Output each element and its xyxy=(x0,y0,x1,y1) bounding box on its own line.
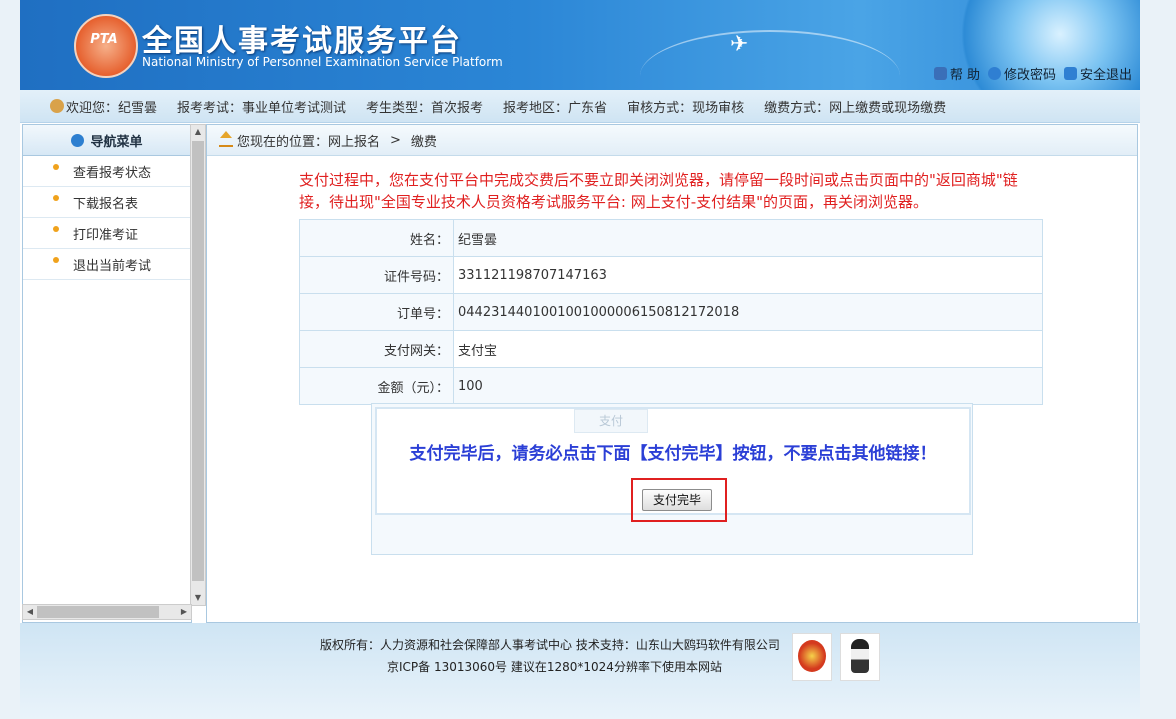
table-row: 金额（元）： 100 xyxy=(299,367,1043,405)
pay-button[interactable]: 支付 xyxy=(574,409,648,433)
sidebar-item-label: 打印准考证 xyxy=(73,227,139,243)
sidebar-item-exit-exam[interactable]: 退出当前考试 xyxy=(23,249,191,280)
help-label: 帮 助 xyxy=(949,68,980,83)
amount-value: 100 xyxy=(453,367,1043,405)
scroll-down-icon[interactable]: ▼ xyxy=(191,591,205,605)
site-subtitle: National Ministry of Personnel Examinati… xyxy=(142,55,503,69)
payment-box: 支付 支付完毕后，请务必点击下面【支付完毕】按钮，不要点击其他链接！ 支付完毕 xyxy=(371,403,973,555)
id-number-label: 证件号码： xyxy=(299,256,454,294)
highlight-box: 支付完毕 xyxy=(631,478,727,522)
copyright-text: 版权所有：人力资源和社会保障部人事考试中心 技术支持：山东山大鸥玛软件有限公司 xyxy=(320,638,780,652)
table-row: 订单号： 0442314401001001000006150812172018 xyxy=(299,293,1043,331)
id-number-value: 331121198707147163 xyxy=(453,256,1043,294)
nav-sidebar: 导航菜单 查看报考状态 下载报名表 打印准考证 退出当前考试 xyxy=(22,124,192,623)
candidate-type-text: 考生类型：首次报考 xyxy=(366,100,484,116)
breadcrumb-current: 缴费 xyxy=(410,134,437,150)
question-icon xyxy=(987,67,1001,80)
logout-label: 安全退出 xyxy=(1079,68,1132,83)
site-footer: 版权所有：人力资源和社会保障部人事考试中心 技术支持：山东山大鸥玛软件有限公司 … xyxy=(20,623,1140,719)
gateway-label: 支付网关： xyxy=(299,330,454,368)
top-nav: 帮 助 修改密码 安全退出 xyxy=(933,64,1132,83)
order-number-label: 订单号： xyxy=(299,293,454,331)
order-number-value: 0442314401001001000006150812172018 xyxy=(453,293,1043,331)
help-link[interactable]: 帮 助 xyxy=(933,64,980,83)
bullet-icon xyxy=(53,257,59,263)
police-badge-icon[interactable] xyxy=(840,633,880,681)
payment-inner-panel: 支付 支付完毕后，请务必点击下面【支付完毕】按钮，不要点击其他链接！ 支付完毕 xyxy=(375,407,971,522)
icp-text: 京ICP备 13013060号 建议在1280*1024分辨率下使用本网站 xyxy=(387,660,722,674)
welcome-text: 欢迎您：纪雪曇 xyxy=(66,100,158,116)
review-method-text: 审核方式：现场审核 xyxy=(627,100,745,116)
logout-link[interactable]: 安全退出 xyxy=(1063,64,1132,83)
menu-icon xyxy=(71,133,85,147)
logo-text: PTA xyxy=(90,32,118,47)
sidebar-item-print-ticket[interactable]: 打印准考证 xyxy=(23,218,191,249)
bullet-icon xyxy=(53,195,59,201)
scroll-thumb[interactable] xyxy=(37,606,159,618)
breadcrumb-separator: > xyxy=(390,132,401,148)
sidebar-item-label: 退出当前考试 xyxy=(73,258,152,274)
user-icon xyxy=(50,99,64,113)
home-icon xyxy=(219,131,233,147)
amount-label: 金额（元）： xyxy=(299,367,454,405)
scroll-up-icon[interactable]: ▲ xyxy=(191,125,205,139)
user-info-bar: 欢迎您：纪雪曇 报考考试：事业单位考试测试 考生类型：首次报考 报考地区：广东省… xyxy=(20,90,1140,123)
table-row: 证件号码： 331121198707147163 xyxy=(299,256,1043,294)
sidebar-title: 导航菜单 xyxy=(90,134,143,150)
sidebar-item-status[interactable]: 查看报考状态 xyxy=(23,156,191,187)
table-row: 支付网关： 支付宝 xyxy=(299,330,1043,368)
bullet-icon xyxy=(53,164,59,170)
sidebar-horizontal-scrollbar[interactable]: ◀ ▶ xyxy=(22,604,192,620)
decor-swoosh xyxy=(640,30,900,90)
main-panel: 您现在的位置：网上报名 > 缴费 支付过程中，您在支付平台中完成交费后不要立即关… xyxy=(206,124,1138,623)
region-text: 报考地区：广东省 xyxy=(503,100,608,116)
name-value: 纪雪曇 xyxy=(453,219,1043,257)
site-header: PTA 全国人事考试服务平台 National Ministry of Pers… xyxy=(20,0,1140,90)
payment-method-text: 缴费方式：网上缴费或现场缴费 xyxy=(764,100,947,116)
order-table: 姓名： 纪雪曇 证件号码： 331121198707147163 订单号： 04… xyxy=(299,219,1043,405)
logout-icon xyxy=(1063,67,1077,80)
scroll-left-icon[interactable]: ◀ xyxy=(23,605,37,619)
sidebar-vertical-scrollbar[interactable]: ▲ ▼ xyxy=(190,124,206,606)
change-password-label: 修改密码 xyxy=(1003,68,1056,83)
name-label: 姓名： xyxy=(299,219,454,257)
breadcrumb-location: 您现在的位置：网上报名 xyxy=(237,134,381,150)
payment-notice: 支付过程中，您在支付平台中完成交费后不要立即关闭浏览器，请停留一段时间或点击页面… xyxy=(299,171,1018,211)
sidebar-header: 导航菜单 xyxy=(23,125,191,156)
sidebar-item-label: 下载报名表 xyxy=(73,196,139,212)
breadcrumb: 您现在的位置：网上报名 > 缴费 xyxy=(207,125,1137,156)
gateway-value: 支付宝 xyxy=(453,330,1043,368)
exam-text: 报考考试：事业单位考试测试 xyxy=(177,100,347,116)
table-row: 姓名： 纪雪曇 xyxy=(299,219,1043,257)
lock-icon xyxy=(933,67,947,80)
bullet-icon xyxy=(53,226,59,232)
site-title: 全国人事考试服务平台 xyxy=(142,24,462,59)
sidebar-item-label: 查看报考状态 xyxy=(73,165,152,181)
page: PTA 全国人事考试服务平台 National Ministry of Pers… xyxy=(20,0,1140,719)
scroll-right-icon[interactable]: ▶ xyxy=(177,605,191,619)
airplane-icon: ✈ xyxy=(730,32,749,57)
payment-done-button[interactable]: 支付完毕 xyxy=(642,489,712,511)
emblem-badge-icon[interactable] xyxy=(792,633,832,681)
payment-tip: 支付完毕后，请务必点击下面【支付完毕】按钮，不要点击其他链接！ xyxy=(409,444,937,464)
sidebar-item-download-form[interactable]: 下载报名表 xyxy=(23,187,191,218)
scroll-thumb[interactable] xyxy=(192,141,204,581)
change-password-link[interactable]: 修改密码 xyxy=(987,64,1056,83)
